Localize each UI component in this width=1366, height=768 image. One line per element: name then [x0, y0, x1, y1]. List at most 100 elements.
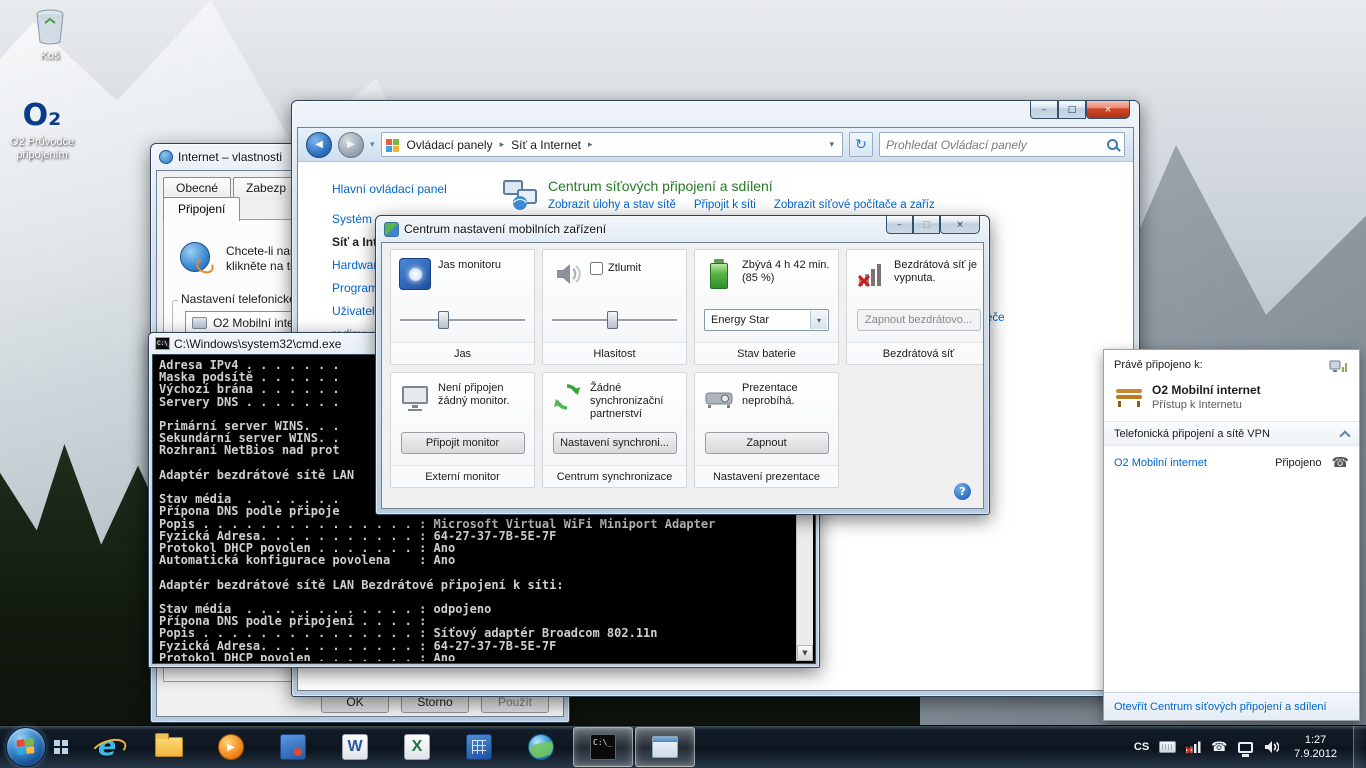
network-tray-icon[interactable] — [1184, 738, 1202, 756]
breadcrumb-arrow-icon[interactable]: ▸ — [588, 140, 593, 150]
minimize-icon[interactable]: – — [1030, 100, 1058, 119]
taskbar-cmd-button[interactable]: C:\_ — [573, 727, 633, 767]
tile-external-display: Není připojen žádný monitor. Připojit mo… — [390, 372, 535, 488]
tray-clock-date: 7.9.2012 — [1294, 747, 1337, 761]
close-icon[interactable]: × — [940, 215, 980, 234]
current-connection-item[interactable]: O2 Mobilní internet Přístup k Internetu — [1104, 377, 1359, 422]
language-indicator[interactable]: CS — [1132, 741, 1151, 753]
search-icon[interactable] — [1107, 139, 1118, 150]
task-link-network-status[interactable]: Zobrazit úlohy a stav sítě — [548, 199, 676, 211]
forward-button[interactable]: ▶ — [338, 132, 364, 158]
taskbar-mediaplayer-button[interactable]: ▶ — [201, 727, 261, 767]
task-link-connect[interactable]: Připojit k síti — [694, 199, 756, 211]
vpn-section-label: Telefonická připojení a sítě VPN — [1114, 428, 1270, 440]
o2-wizard-label: O2 Průvodce připojením — [0, 136, 84, 162]
tab-general[interactable]: Obecné — [163, 177, 231, 199]
internet-properties-icon — [159, 150, 173, 164]
taskbar-word-button[interactable]: W — [325, 727, 385, 767]
brightness-slider-track[interactable] — [400, 319, 525, 321]
vpn-section-header[interactable]: Telefonická připojení a sítě VPN — [1104, 422, 1359, 446]
mobility-icon — [384, 222, 399, 237]
sync-settings-button[interactable]: Nastavení synchroni... — [553, 432, 677, 454]
flyout-header: Právě připojeno k: — [1114, 359, 1203, 371]
taskbar-app2-button[interactable] — [449, 727, 509, 767]
connection-item-icon — [192, 317, 207, 329]
tab-connections[interactable]: Připojení — [163, 197, 240, 221]
speaker-icon — [551, 258, 583, 290]
tile-battery: Zbývá 4 h 42 min. (85 %) Energy Star ▾ S… — [694, 249, 839, 365]
volume-slider-thumb[interactable] — [607, 311, 618, 329]
address-bar[interactable]: Ovládací panely ▸ Síť a Internet ▸ ▾ — [381, 132, 843, 157]
connect-display-button[interactable]: Připojit monitor — [401, 432, 525, 454]
o2-logo-icon: O₂ — [0, 96, 84, 136]
vpn-connection-status: Připojeno — [1275, 457, 1321, 469]
recycle-bin-icon[interactable]: Koš — [8, 8, 92, 63]
internet-properties-title: Internet – vlastnosti — [178, 150, 282, 164]
vpn-connection-item[interactable]: O2 Mobilní internet Připojeno ☎ — [1104, 446, 1359, 480]
open-network-center-link[interactable]: Otevřít Centrum síťových připojení a sdí… — [1114, 701, 1327, 713]
taskbar-toolbar-icon[interactable] — [54, 740, 68, 754]
power-plan-value: Energy Star — [711, 314, 769, 326]
taskbar-explorer-button[interactable] — [139, 727, 199, 767]
vpn-connection-name[interactable]: O2 Mobilní internet — [1114, 457, 1269, 469]
power-plan-select[interactable]: Energy Star ▾ — [704, 309, 829, 331]
scroll-down-icon[interactable]: ▼ — [797, 645, 813, 661]
refresh-icon[interactable]: ↻ — [849, 132, 873, 157]
cmd-title: C:\Windows\system32\cmd.exe — [174, 337, 341, 351]
maximize-icon: □ — [913, 215, 940, 234]
breadcrumb-current[interactable]: Síť a Internet — [507, 136, 585, 154]
cmd-icon: C:\_ — [155, 337, 170, 350]
control-panel-titlebar[interactable] — [297, 101, 1134, 127]
brightness-slider-thumb[interactable] — [438, 311, 449, 329]
back-button[interactable]: ◀ — [306, 132, 332, 158]
wireless-label: Bezdrátová síť — [847, 342, 984, 364]
signal-bars-icon — [1185, 740, 1201, 754]
category-heading-link[interactable]: Centrum síťových připojení a sdílení — [548, 178, 935, 194]
display-tray-icon[interactable] — [1236, 738, 1254, 756]
control-panel-icon — [386, 138, 400, 152]
mute-checkbox[interactable] — [590, 262, 603, 275]
connection-icon — [1114, 386, 1144, 408]
brightness-slider[interactable] — [400, 310, 525, 330]
console-line — [159, 566, 796, 578]
navigation-bar: ◀ ▶ ▾ Ovládací panely ▸ Síť a Internet ▸… — [298, 128, 1133, 162]
internet-globe-icon — [180, 242, 210, 272]
tile-presentation: Prezentace neprobíhá. Zapnout Nastavení … — [694, 372, 839, 488]
taskbar-excel-button[interactable]: X — [387, 727, 447, 767]
wireless-off-icon — [855, 258, 887, 290]
taskbar-app1-button[interactable] — [263, 727, 323, 767]
external-display-label: Externí monitor — [391, 465, 534, 487]
tab-security[interactable]: Zabezp — [233, 177, 299, 199]
phone-tray-icon[interactable]: ☎ — [1210, 738, 1228, 756]
tile-wireless: Bezdrátová síť je vypnuta. Zapnout bezdr… — [846, 249, 984, 365]
recent-pages-icon[interactable]: ▾ — [370, 140, 375, 150]
brightness-text: Jas monitoru — [438, 258, 501, 290]
presentation-on-button[interactable]: Zapnout — [705, 432, 829, 454]
search-input[interactable] — [886, 138, 1103, 152]
sidebar-home-link[interactable]: Hlavní ovládací panel — [332, 182, 498, 196]
show-desktop-button[interactable] — [1353, 726, 1364, 768]
chevron-up-icon[interactable] — [1339, 430, 1350, 441]
breadcrumb-arrow-icon[interactable]: ▸ — [500, 140, 505, 150]
task-link-view-devices[interactable]: Zobrazit síťové počítače a zaříz — [774, 199, 935, 211]
taskbar-ie-button[interactable]: e — [77, 727, 137, 767]
taskbar-globe-button[interactable] — [511, 727, 571, 767]
minimize-icon[interactable]: – — [886, 215, 913, 234]
help-icon[interactable]: ? — [954, 483, 971, 500]
o2-wizard-icon[interactable]: O₂ O2 Průvodce připojením — [0, 96, 84, 162]
search-box[interactable] — [879, 132, 1125, 157]
maximize-icon[interactable]: □ — [1058, 100, 1086, 119]
folder-icon — [155, 737, 183, 757]
taskbar-window-button[interactable] — [635, 727, 695, 767]
trash-icon — [33, 8, 67, 46]
tray-clock[interactable]: 1:27 7.9.2012 — [1288, 733, 1343, 761]
close-icon[interactable]: × — [1086, 100, 1130, 119]
enable-wireless-button[interactable]: Zapnout bezdrátovo... — [857, 309, 981, 331]
start-button[interactable] — [6, 727, 46, 767]
volume-label: Hlasitost — [543, 342, 686, 364]
volume-tray-icon[interactable] — [1262, 738, 1280, 756]
breadcrumb-root[interactable]: Ovládací panely — [403, 136, 497, 154]
keyboard-icon[interactable] — [1159, 741, 1176, 753]
volume-slider[interactable] — [552, 310, 677, 330]
address-dropdown-icon[interactable]: ▾ — [825, 140, 838, 150]
